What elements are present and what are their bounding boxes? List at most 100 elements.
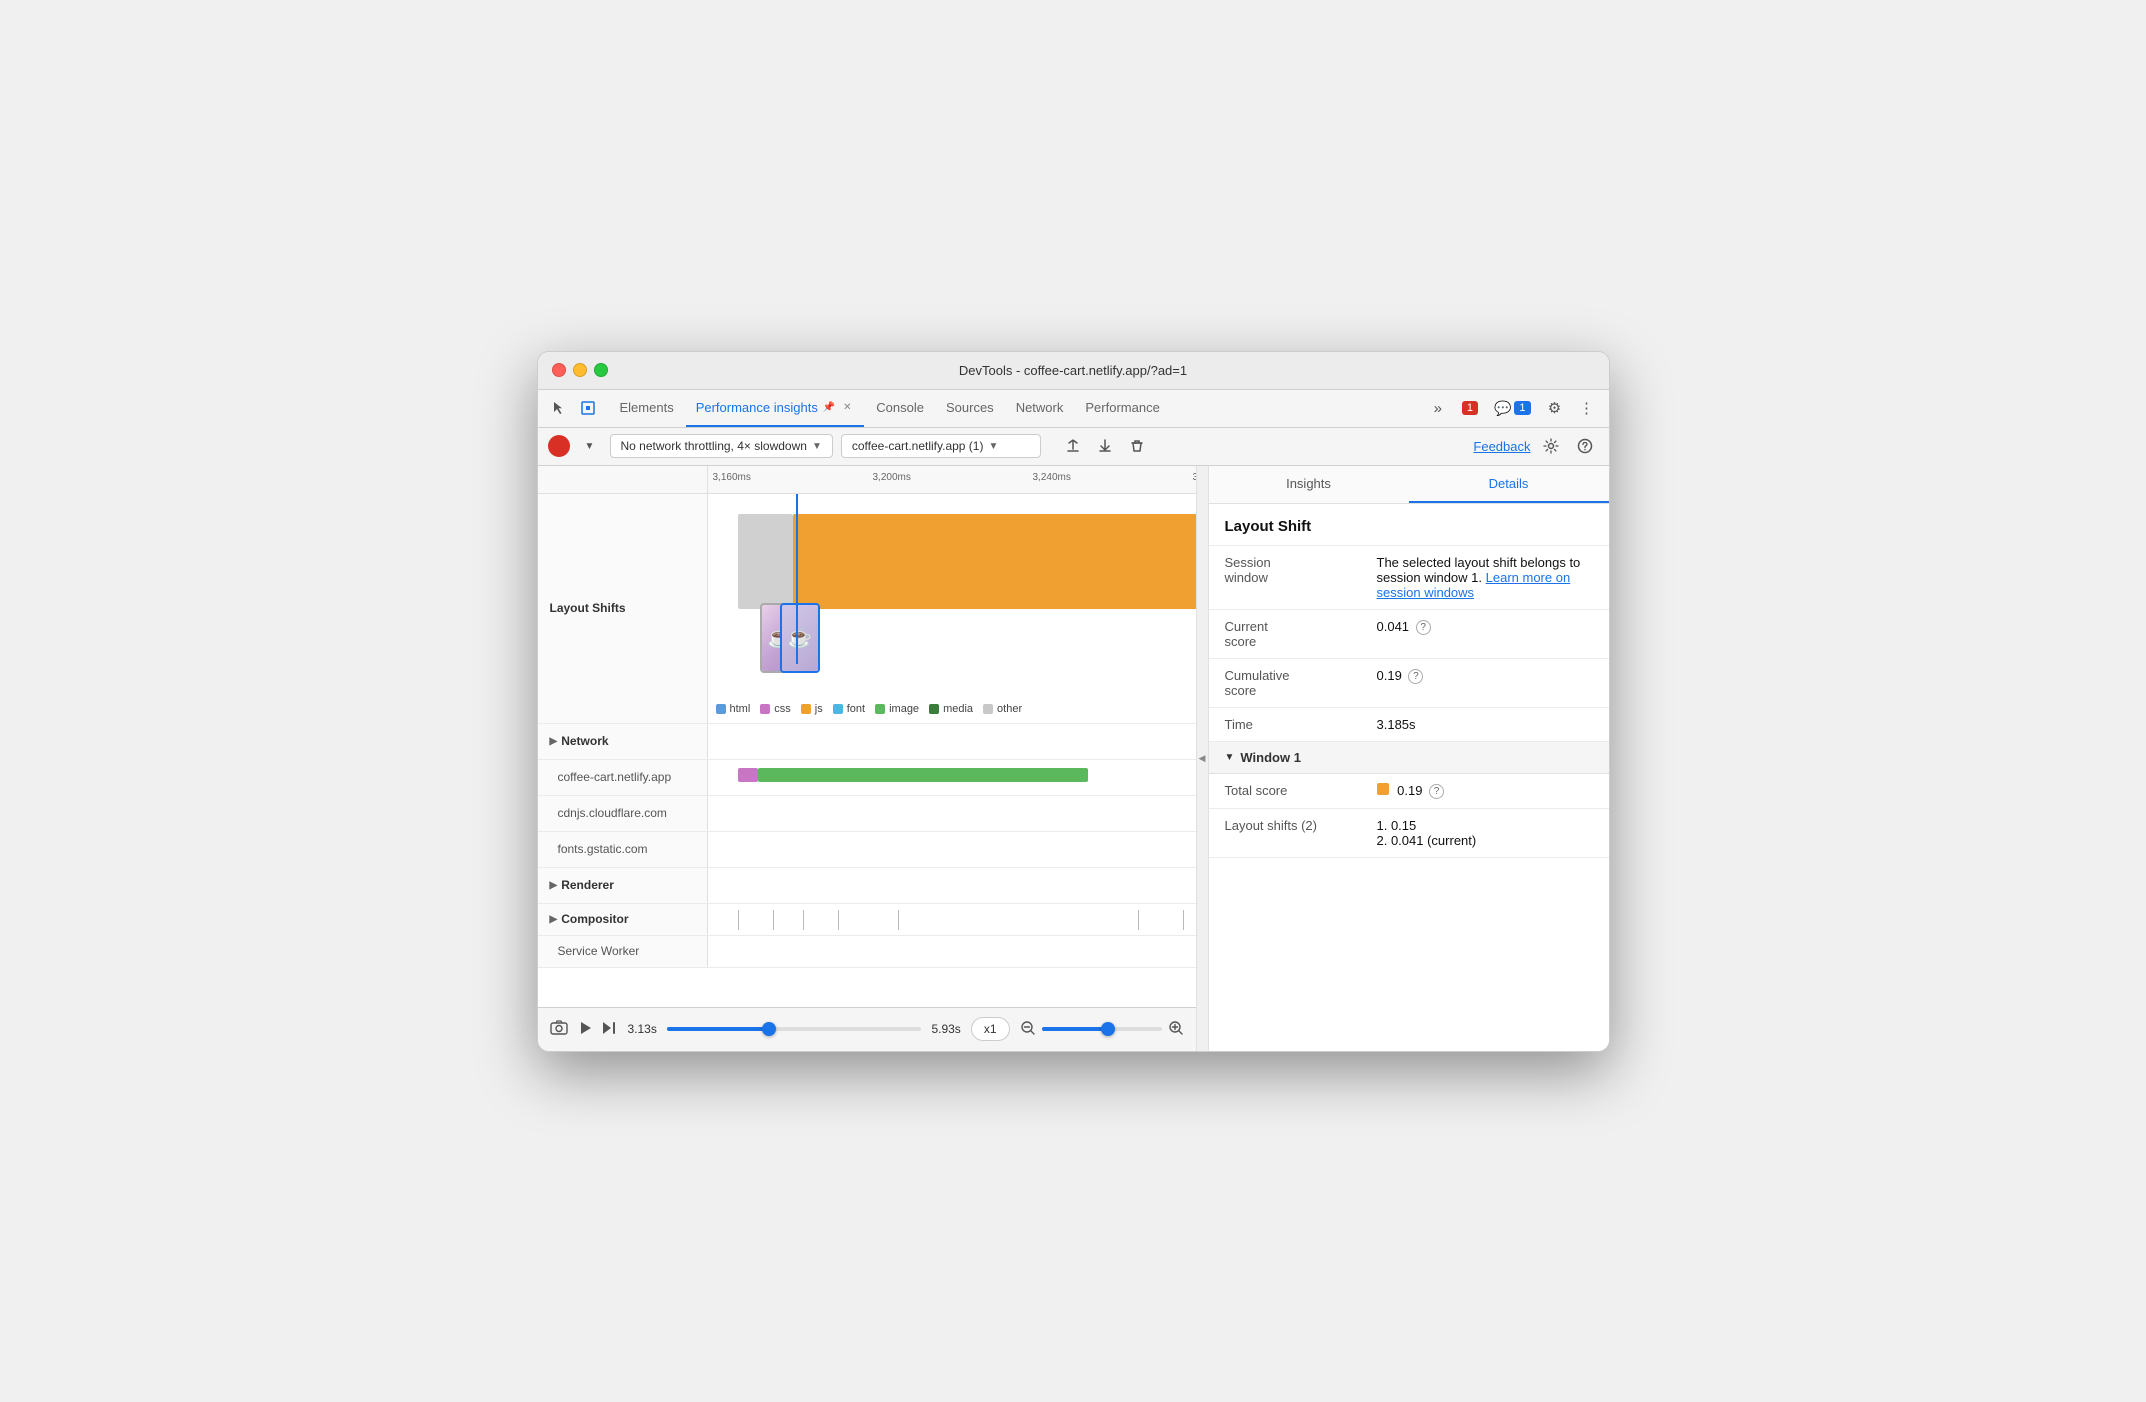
layout-shifts-track[interactable]: ☕ ☕ html [708,494,1196,723]
feedback-link[interactable]: Feedback [1473,439,1530,454]
network-item-fonts-track[interactable] [708,832,1196,867]
renderer-track[interactable] [708,868,1196,903]
maximize-button[interactable] [594,363,608,377]
network-item-fonts-label: fonts.gstatic.com [538,832,708,867]
throttling-dropdown[interactable]: No network throttling, 4× slowdown ▼ [610,434,833,458]
tab-bar: Elements Performance insights 📌 ✕ Consol… [538,390,1609,428]
network-item-coffee-track[interactable] [708,760,1196,790]
phone-screen-after: ☕ [782,605,818,671]
zoom-out-icon[interactable] [1020,1020,1036,1039]
shift-1-value: 1. 0.15 [1377,818,1593,833]
delete-button[interactable] [1123,432,1151,460]
network-track[interactable] [708,724,1196,759]
learn-more-link[interactable]: Learn more on session windows [1377,570,1571,600]
orange-dot-icon [1377,783,1389,795]
shift-2-value: 2. 0.041 (current) [1377,833,1593,848]
zoom-slider-fill [1042,1027,1108,1031]
speed-button[interactable]: x1 [971,1017,1010,1041]
tab-sources[interactable]: Sources [936,390,1004,427]
tab-network[interactable]: Network [1006,390,1074,427]
close-button[interactable] [552,363,566,377]
network-item-cdnjs-label: cdnjs.cloudflare.com [538,796,708,831]
more-options-button[interactable]: ⋮ [1573,394,1601,422]
layout-shifts-row: Layout Shifts ☕ [538,494,1196,724]
ruler-tick-2: 3,200ms [873,472,911,483]
legend-image-dot [875,704,885,714]
cumulative-score-help[interactable]: ? [1408,669,1423,684]
tab-insights[interactable]: Insights [1209,466,1409,503]
time-row: Time 3.185s [1209,707,1609,741]
legend-html: html [716,703,751,715]
download-button[interactable] [1091,432,1119,460]
inspect-tool-button[interactable] [576,396,600,420]
traffic-lights [552,363,608,377]
tick-5 [898,910,899,930]
url-dropdown[interactable]: coffee-cart.netlify.app (1) ▼ [841,434,1041,458]
current-score-help[interactable]: ? [1416,620,1431,635]
phone-after[interactable]: ☕ [780,603,820,673]
record-button[interactable] [548,435,570,457]
total-score-help[interactable]: ? [1429,784,1444,799]
legend-html-dot [716,704,726,714]
toolbar-right: Feedback [1473,432,1598,460]
ruler-tick-4: 3,280ms [1193,472,1196,483]
tab-elements[interactable]: Elements [610,390,684,427]
timeline-content[interactable]: Layout Shifts ☕ [538,494,1196,1007]
network-item-cdnjs-track[interactable] [708,796,1196,831]
details-panel: Insights Details Layout Shift Sessionwin… [1209,466,1609,1051]
devtools-window: DevTools - coffee-cart.netlify.app/?ad=1… [537,351,1610,1052]
pin-icon: 📌 [823,402,835,413]
cumulative-score-label: Cumulativescore [1209,658,1361,707]
session-window-value: The selected layout shift belongs to ses… [1361,546,1609,610]
tab-console[interactable]: Console [866,390,934,427]
zoom-slider[interactable] [1042,1027,1162,1031]
compositor-track[interactable] [708,904,1196,935]
renderer-label[interactable]: ▶ Renderer [538,868,708,903]
minimize-button[interactable] [573,363,587,377]
screenshot-button[interactable] [550,1020,568,1039]
close-tab-button[interactable]: ✕ [840,400,854,414]
error-count: 1 [1462,401,1478,415]
service-worker-track[interactable] [708,936,1196,967]
orange-shift-bar [793,514,1196,609]
gray-shift-bar [738,514,793,609]
skip-button[interactable] [602,1021,618,1038]
tab-performance[interactable]: Performance [1075,390,1169,427]
tab-performance-insights[interactable]: Performance insights 📌 ✕ [686,390,865,427]
more-tabs-button[interactable]: » [1424,394,1452,422]
toolbar: ▼ No network throttling, 4× slowdown ▼ c… [538,428,1609,466]
cursor-tool-button[interactable] [546,396,570,420]
settings-button[interactable]: ⚙ [1541,394,1569,422]
play-button[interactable] [578,1021,592,1038]
zoom-controls [1020,1020,1184,1039]
zoom-in-icon[interactable] [1168,1020,1184,1039]
tab-details[interactable]: Details [1409,466,1609,503]
details-content[interactable]: Layout Shift Sessionwindow The selected … [1209,504,1609,1051]
error-badge-button[interactable]: 1 [1456,399,1484,417]
window1-section-header[interactable]: ▼ Window 1 [1209,742,1609,774]
zoom-slider-thumb[interactable] [1101,1022,1115,1036]
legend-font-dot [833,704,843,714]
comment-badge-button[interactable]: 💬 1 [1488,398,1537,419]
tab-bar-tools [546,390,600,427]
layout-shifts-row: Layout shifts (2) 1. 0.15 2. 0.041 (curr… [1209,808,1609,857]
details-tabs: Insights Details [1209,466,1609,504]
timeline-ruler: 3,160ms 3,200ms 3,240ms 3,280ms [538,466,1196,494]
time-slider-thumb[interactable] [762,1022,776,1036]
time-value: 3.185s [1361,707,1609,741]
compositor-label[interactable]: ▶ Compositor [538,904,708,935]
total-score-row: Total score 0.19 ? [1209,774,1609,809]
time-slider-fill [667,1027,769,1031]
time-start: 3.13s [628,1022,657,1036]
panel-collapse-handle[interactable]: ◀ [1197,466,1209,1051]
current-score-label: Currentscore [1209,609,1361,658]
tick-7 [1183,910,1184,930]
time-slider[interactable] [667,1027,922,1031]
upload-button[interactable] [1059,432,1087,460]
record-dropdown-button[interactable]: ▼ [578,434,602,458]
help-icon-button[interactable] [1571,432,1599,460]
network-label[interactable]: ▶ Network [538,724,708,759]
comment-count: 1 [1514,401,1530,415]
settings-icon-button[interactable] [1537,432,1565,460]
compositor-expand-arrow: ▶ [550,914,558,925]
